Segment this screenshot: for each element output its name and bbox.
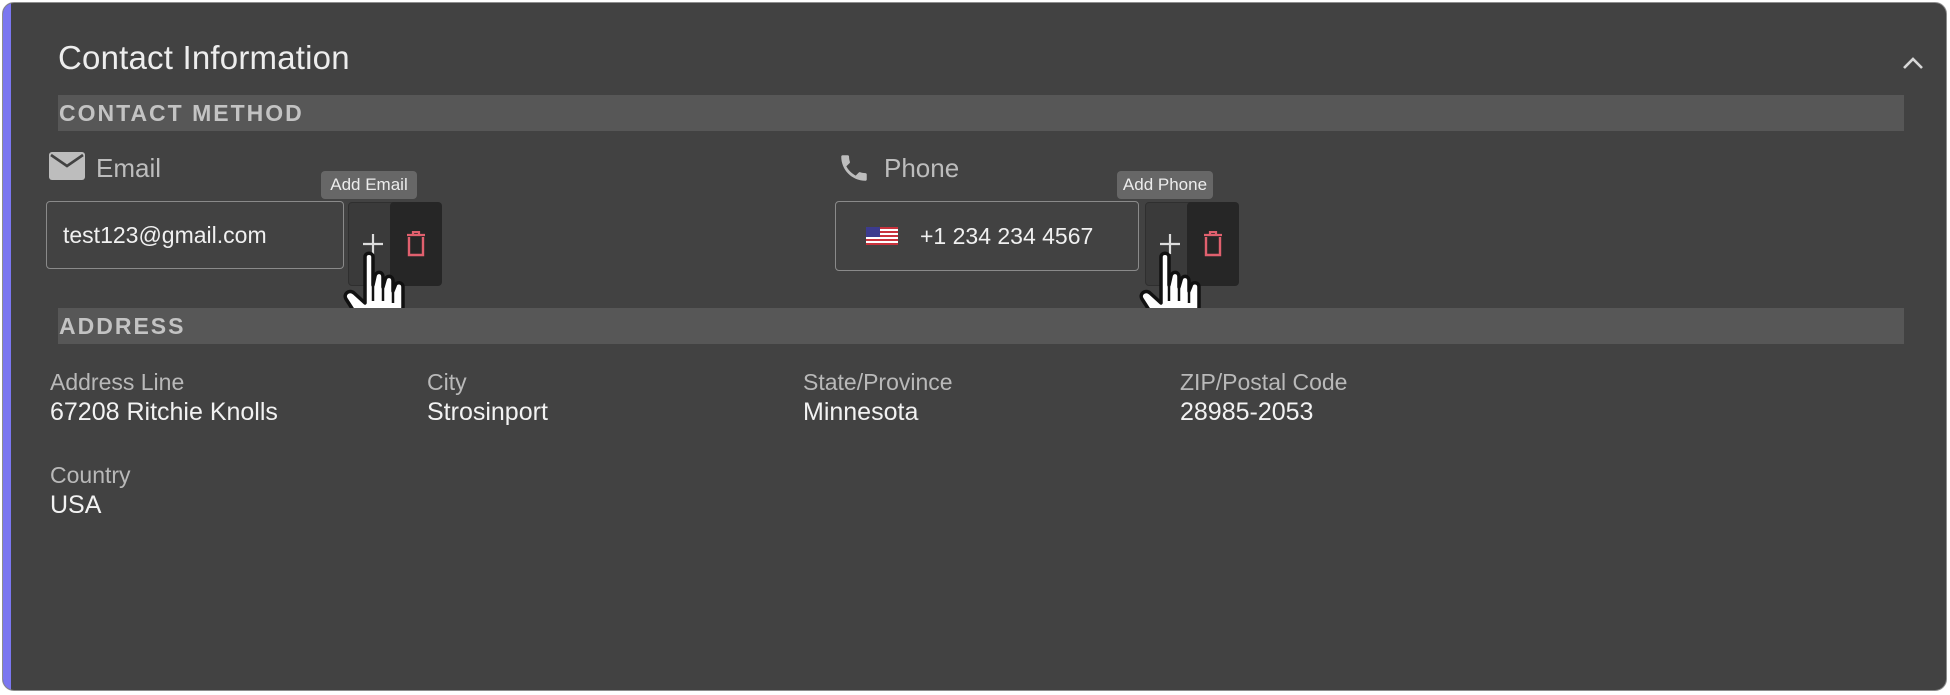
us-flag-icon (866, 227, 898, 245)
address-line-label: Address Line (50, 369, 185, 395)
phone-field[interactable]: +1 234 234 4567 (835, 201, 1139, 271)
chevron-up-icon (1903, 57, 1923, 69)
plus-icon (363, 234, 383, 254)
card-accent-bar (3, 3, 11, 690)
add-phone-tooltip: Add Phone (1117, 171, 1213, 199)
state-province-label: State/Province (803, 369, 953, 395)
section-header-address: ADDRESS (58, 308, 1904, 344)
delete-email-button[interactable] (390, 202, 442, 286)
delete-phone-button[interactable] (1187, 202, 1239, 286)
trash-icon (1204, 231, 1222, 257)
plus-icon (1160, 234, 1180, 254)
zip-postal-code-value: 28985-2053 (1180, 398, 1314, 426)
email-label: Email (96, 153, 162, 183)
phone-label: Phone (884, 153, 960, 183)
collapse-button[interactable] (1893, 43, 1933, 83)
phone-icon (837, 151, 871, 190)
zip-postal-code-label: ZIP/Postal Code (1180, 369, 1348, 395)
city-value: Strosinport (427, 398, 548, 426)
add-email-tooltip: Add Email (321, 171, 417, 199)
email-value: test123@gmail.com (63, 221, 267, 248)
city-label: City (427, 369, 467, 395)
state-province-value: Minnesota (803, 398, 919, 426)
email-field[interactable]: test123@gmail.com (46, 201, 344, 269)
trash-icon (407, 231, 425, 257)
section-header-contact-method: CONTACT METHOD (58, 95, 1904, 131)
country-value: USA (50, 491, 102, 519)
contact-information-card: Contact Information CONTACT METHOD Email… (2, 2, 1947, 691)
country-label: Country (50, 462, 131, 488)
mail-icon (48, 151, 86, 186)
phone-value: +1 234 234 4567 (920, 222, 1094, 249)
address-line-value: 67208 Ritchie Knolls (50, 398, 278, 426)
card-title: Contact Information (58, 39, 350, 76)
